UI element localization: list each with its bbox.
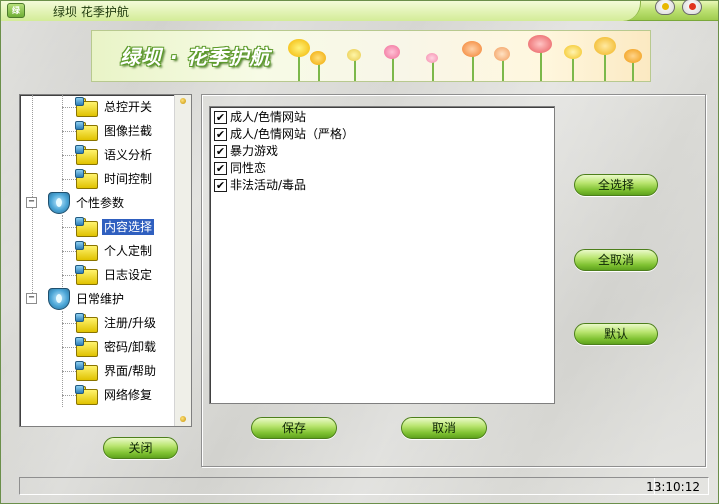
folder-icon <box>75 385 98 405</box>
window-title: 绿坝 花季护航 <box>53 5 129 19</box>
banner-title: 绿坝 · 花季护航 <box>120 45 271 69</box>
tree-line <box>62 95 63 191</box>
checkbox[interactable]: ✔ <box>214 111 227 124</box>
deselect-all-button[interactable]: 全取消 <box>574 249 658 271</box>
content-category-list[interactable]: ✔ 成人/色情网站 ✔ 成人/色情网站（严格） ✔ 暴力游戏 ✔ 同性恋 ✔ 非… <box>209 106 555 404</box>
banner: 绿坝 · 花季护航 <box>91 30 651 82</box>
collapse-icon[interactable]: − <box>26 197 37 208</box>
app-shield-icon[interactable]: 绿 <box>7 3 25 18</box>
collapse-icon[interactable]: − <box>26 293 37 304</box>
close-button[interactable]: 关闭 <box>103 437 178 459</box>
shield-icon <box>48 288 70 310</box>
folder-icon <box>75 265 98 285</box>
checkbox[interactable]: ✔ <box>214 145 227 158</box>
checkbox[interactable]: ✔ <box>214 128 227 141</box>
status-time: 13:10:12 <box>646 480 700 494</box>
main-window: 绿 绿坝 花季护航 绿坝 · 花季护航 总控开关 图像拦截 语义分析 时间控制 … <box>0 0 719 504</box>
folder-icon <box>75 337 98 357</box>
tree-item-selected-label: 内容选择 <box>102 219 155 235</box>
folder-open-icon <box>75 217 98 237</box>
folder-icon <box>75 313 98 333</box>
folder-icon <box>75 241 98 261</box>
default-button[interactable]: 默认 <box>574 323 658 345</box>
title-bar[interactable]: 绿 绿坝 花季护航 <box>1 0 718 21</box>
scroll-down-icon[interactable] <box>180 416 186 422</box>
folder-icon <box>75 169 98 189</box>
close-icon <box>689 3 696 10</box>
folder-icon <box>75 145 98 165</box>
cancel-button[interactable]: 取消 <box>401 417 487 439</box>
tree-scrollbar[interactable] <box>174 95 191 426</box>
save-button[interactable]: 保存 <box>251 417 337 439</box>
minimize-button[interactable] <box>655 0 675 15</box>
select-all-button[interactable]: 全选择 <box>574 174 658 196</box>
tree-line <box>62 311 63 407</box>
close-window-button[interactable] <box>682 0 702 15</box>
shield-icon <box>48 192 70 214</box>
scroll-up-icon[interactable] <box>180 98 186 104</box>
status-bar: 13:10:12 <box>19 477 709 495</box>
folder-icon <box>75 97 98 117</box>
folder-icon <box>75 121 98 141</box>
minimize-icon <box>662 3 669 10</box>
navigation-tree: 总控开关 图像拦截 语义分析 时间控制 − 个性参数 内容选择 个人定制 日志设… <box>19 94 192 427</box>
checkbox[interactable]: ✔ <box>214 179 227 192</box>
folder-icon <box>75 361 98 381</box>
checkbox[interactable]: ✔ <box>214 162 227 175</box>
